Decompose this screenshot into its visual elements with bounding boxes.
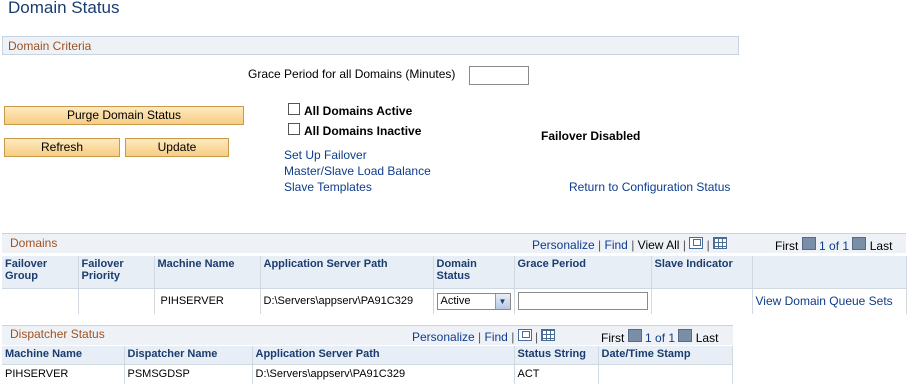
domains-range-text: 1 of 1: [819, 239, 850, 253]
col-app-server-path: Application Server Path: [252, 346, 515, 364]
domains-first-label: First: [775, 239, 799, 253]
col-machine-name: Machine Name: [154, 256, 261, 288]
update-button[interactable]: Update: [125, 138, 229, 157]
grace-period-label: Grace Period for all Domains (Minutes): [248, 67, 456, 81]
dispatcher-range-text: 1 of 1: [645, 331, 676, 345]
cell-app-server-path: D:\Servers\appserv\PA91C329: [252, 363, 515, 384]
domains-last-label: Last: [869, 239, 893, 253]
domains-grid-nav: Personalize | Find | View All | |: [532, 237, 728, 252]
all-domains-inactive-checkbox[interactable]: [288, 123, 300, 135]
cell-timestamp: [598, 363, 733, 384]
refresh-button[interactable]: Refresh: [4, 138, 120, 157]
domains-table: Failover Group Failover Priority Machine…: [2, 256, 907, 314]
domain-status-value: Active: [440, 294, 471, 307]
dispatcher-first-label: First: [601, 331, 625, 345]
col-action: [752, 256, 907, 288]
domains-section-header: [2, 233, 906, 253]
domain-status-select[interactable]: Active ▼: [436, 292, 511, 310]
last-arrow-icon[interactable]: [852, 237, 867, 250]
table-row: PIHSERVER D:\Servers\appserv\PA91C329 Ac…: [2, 287, 907, 314]
purge-domain-status-button[interactable]: Purge Domain Status: [4, 106, 244, 125]
dispatcher-pager: First 1 of 1 Last: [601, 329, 718, 345]
domains-personalize-link[interactable]: Personalize: [532, 238, 595, 252]
dispatcher-title: Dispatcher Status: [10, 327, 105, 341]
row-grace-period-input[interactable]: [517, 292, 648, 311]
col-failover-priority: Failover Priority: [78, 256, 155, 288]
col-machine-name: Machine Name: [2, 346, 125, 364]
cell-slave-indicator: [651, 287, 753, 314]
col-grace-period: Grace Period: [514, 256, 652, 288]
failover-status-text: Failover Disabled: [541, 129, 641, 143]
zoom-icon[interactable]: [517, 329, 532, 341]
first-arrow-icon[interactable]: [801, 237, 816, 250]
col-timestamp: Date/Time Stamp: [598, 346, 733, 364]
domains-find-link[interactable]: Find: [605, 238, 628, 252]
domain-criteria-title: Domain Criteria: [8, 39, 92, 53]
page-title: Domain Status: [8, 0, 120, 17]
all-domains-inactive-label: All Domains Inactive: [304, 124, 422, 138]
table-row: PIHSERVER PSMSGDSP D:\Servers\appserv\PA…: [2, 363, 733, 384]
chevron-down-icon[interactable]: ▼: [494, 293, 510, 309]
download-grid-icon[interactable]: [713, 237, 728, 249]
master-slave-load-balance-link[interactable]: Master/Slave Load Balance: [284, 164, 431, 178]
dispatcher-last-label: Last: [695, 331, 719, 345]
domain-criteria-section-header: Domain Criteria: [2, 36, 739, 55]
dispatcher-personalize-link[interactable]: Personalize: [412, 330, 475, 344]
col-dispatcher-name: Dispatcher Name: [124, 346, 253, 364]
col-app-server-path: Application Server Path: [260, 256, 434, 288]
domains-pager: First 1 of 1 Last: [775, 237, 892, 253]
download-grid-icon[interactable]: [541, 329, 556, 341]
view-domain-queue-sets-link[interactable]: View Domain Queue Sets: [752, 287, 907, 314]
cell-failover-priority: [78, 287, 155, 314]
dispatcher-table: Machine Name Dispatcher Name Application…: [2, 346, 733, 384]
cell-dispatcher-name: PSMSGDSP: [124, 363, 253, 384]
return-to-configuration-status-link[interactable]: Return to Configuration Status: [569, 180, 730, 194]
col-status-string: Status String: [514, 346, 599, 364]
domains-view-all-link[interactable]: View All: [638, 238, 680, 252]
slave-templates-link[interactable]: Slave Templates: [284, 180, 372, 194]
col-failover-group: Failover Group: [2, 256, 79, 288]
all-domains-active-label: All Domains Active: [304, 104, 413, 118]
cell-domain-status: Active ▼: [433, 287, 515, 314]
cell-app-server-path: D:\Servers\appserv\PA91C329: [260, 287, 434, 314]
first-arrow-icon[interactable]: [627, 329, 642, 342]
col-domain-status: Domain Status: [433, 256, 515, 288]
last-arrow-icon[interactable]: [678, 329, 693, 342]
dispatcher-grid-nav: Personalize | Find | |: [412, 329, 556, 344]
cell-grace-period: [514, 287, 652, 314]
zoom-icon[interactable]: [689, 237, 704, 249]
set-up-failover-link[interactable]: Set Up Failover: [284, 148, 367, 162]
col-slave-indicator: Slave Indicator: [651, 256, 753, 288]
dispatcher-find-link[interactable]: Find: [485, 330, 508, 344]
cell-machine-name: PIHSERVER: [154, 287, 261, 314]
domains-title: Domains: [10, 236, 58, 250]
cell-status-string: ACT: [514, 363, 599, 384]
cell-failover-group: [2, 287, 79, 314]
cell-machine-name: PIHSERVER: [2, 363, 125, 384]
all-domains-active-checkbox[interactable]: [288, 103, 300, 115]
grace-period-input[interactable]: [469, 66, 529, 85]
